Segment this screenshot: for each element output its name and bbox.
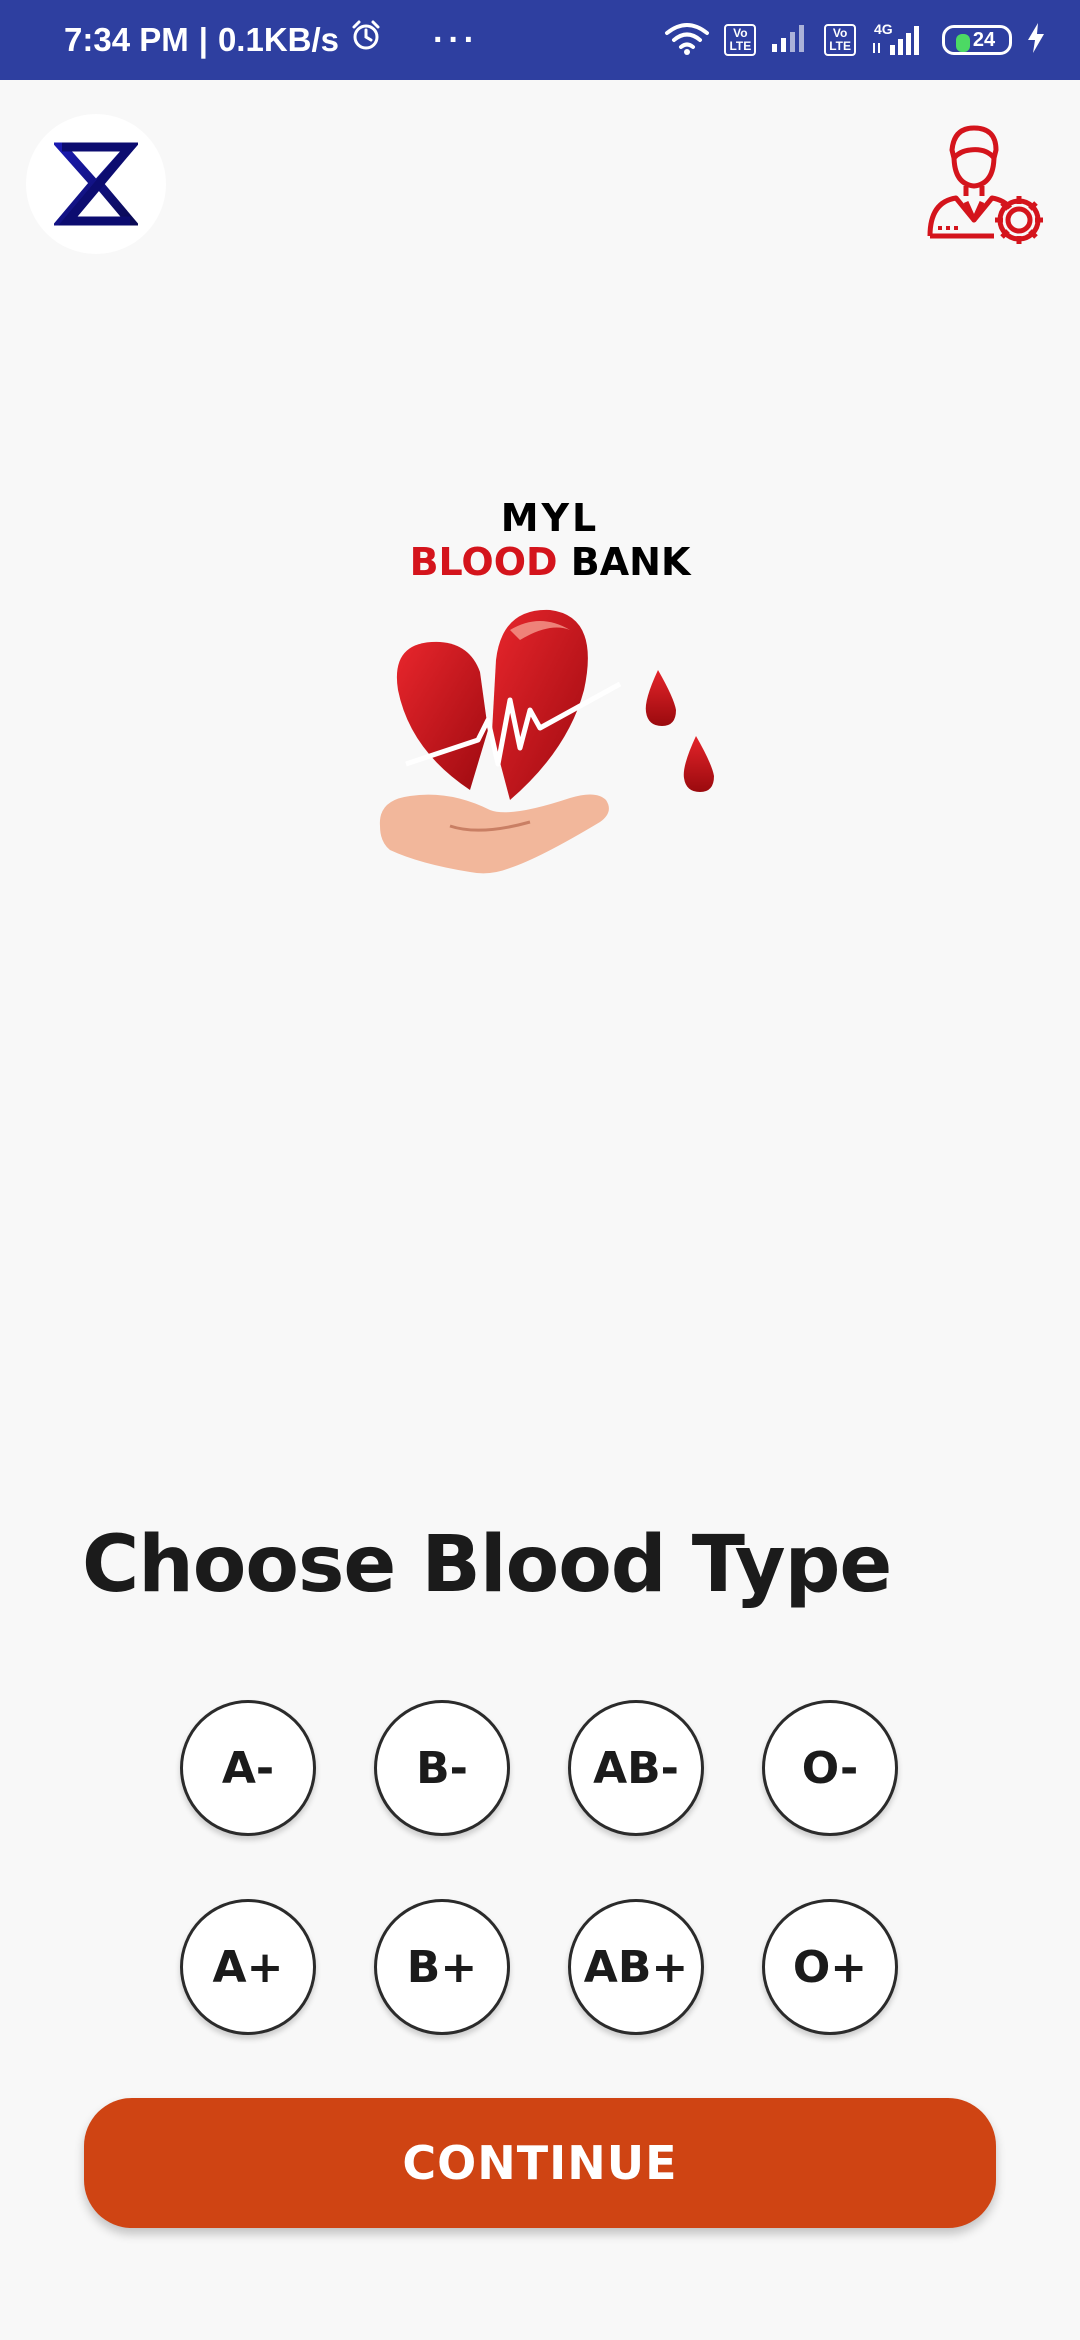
blood-type-b-neg-button[interactable]: B- <box>374 1700 510 1836</box>
blood-type-o-neg-button[interactable]: O- <box>762 1700 898 1836</box>
hourglass-z-logo-icon <box>54 142 138 226</box>
page-title: Choose Blood Type <box>82 1520 892 1610</box>
blood-type-o-pos-button[interactable]: O+ <box>762 1899 898 2035</box>
battery-indicator: 24 <box>942 25 1012 55</box>
user-settings-button[interactable] <box>924 120 1054 250</box>
blood-type-ab-neg-button[interactable]: AB- <box>568 1700 704 1836</box>
status-network-speed: 0.1KB/s <box>217 21 340 58</box>
brand-line-myl: MYL <box>500 496 600 540</box>
more-dots-icon: ··· <box>433 20 479 59</box>
status-right: Vo LTE Vo LTE 4G 24 <box>664 0 1046 80</box>
blood-type-b-pos-button[interactable]: B+ <box>374 1899 510 2035</box>
status-left: 7:34 PM | 0.1KB/s ··· <box>64 0 479 80</box>
user-settings-icon <box>927 125 1043 244</box>
alarm-icon <box>349 19 383 61</box>
battery-fill <box>955 34 970 52</box>
brand-line-blood-bank: BLOOD BANK <box>350 540 750 584</box>
volte-badge-2: Vo LTE <box>824 24 856 56</box>
brand-bank-word: BANK <box>570 540 691 584</box>
blood-type-a-pos-button[interactable]: A+ <box>180 1899 316 2035</box>
wifi-icon <box>664 21 710 59</box>
blood-type-grid: A- B- AB- O- A+ B+ AB+ O+ <box>180 1700 900 2035</box>
signal-4g-icon: 4G <box>870 21 928 57</box>
battery-level: 24 <box>972 28 996 51</box>
app-logo-button[interactable] <box>26 114 166 254</box>
blood-type-ab-pos-button[interactable]: AB+ <box>568 1899 704 2035</box>
charging-icon <box>1026 22 1046 58</box>
continue-button[interactable]: CONTINUE <box>84 2098 996 2228</box>
brand-blood-word: BLOOD <box>409 540 558 584</box>
blood-type-a-neg-button[interactable]: A- <box>180 1700 316 1836</box>
heart-hand-blood-drops-icon <box>379 609 714 874</box>
status-bar: 7:34 PM | 0.1KB/s ··· Vo LTE Vo LTE 4G 2… <box>0 0 1080 80</box>
signal-icon-1 <box>770 22 810 58</box>
status-separator: | <box>198 21 208 58</box>
screen: 7:34 PM | 0.1KB/s ··· Vo LTE Vo LTE 4G 2… <box>0 0 1080 2340</box>
brand-logo-text: MYL BLOOD BANK <box>350 496 750 584</box>
volte-badge-1: Vo LTE <box>724 24 757 56</box>
status-time: 7:34 PM <box>64 21 189 58</box>
